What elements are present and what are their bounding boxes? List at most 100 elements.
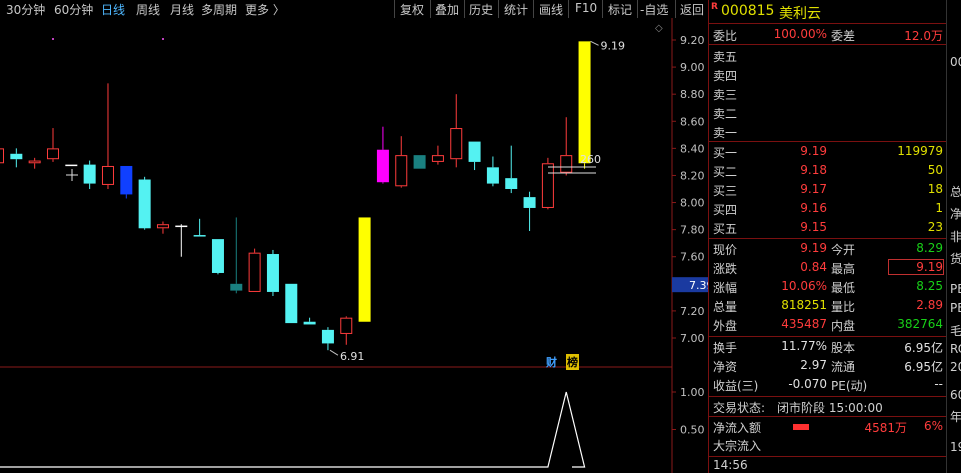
quote-label: 最低 [831,281,856,295]
candle-body [468,141,481,162]
chart-grid [0,18,673,473]
quote-value: 2.89 [916,298,943,312]
adjacent-panel-edge: 00 总净非货 PE PE 毛 RC 20 60 年 19 [946,0,961,473]
sell-level-label: 卖四 [713,69,738,83]
indicator-line [0,391,586,468]
edge-clipped-text: 20 [950,360,961,374]
buy-level-volume: 18 [927,182,943,196]
period-daily[interactable]: 日线 [101,1,125,18]
low-label: 6.91 [340,350,365,363]
current-price-label: 7.39 [689,279,708,292]
quote-label: 今开 [831,243,856,257]
candle-body [193,235,206,237]
indicator-tick-label: 0.50 [680,424,705,437]
statistics-button[interactable]: 统计 [504,1,528,18]
price-tick-label: 8.20 [680,169,705,182]
candle-body [413,155,426,169]
overlay-button[interactable]: 叠加 [435,1,459,18]
indicator-tick-label: 1.00 [680,386,705,399]
chart-toolbar: 30分钟 60分钟 日线 周线 月线 多周期 更多 〉 复权 叠加 历史 统计 … [0,0,708,18]
period-multi[interactable]: 多周期 [201,1,237,18]
candle-body [560,155,573,173]
price-tick-label: 7.00 [680,332,705,345]
quote-label: 最高 [831,262,856,276]
candle-body [28,160,41,164]
candle-body [211,239,224,273]
period-more[interactable]: 更多 〉 [245,1,285,18]
order-ratio-label: 委比 [713,29,738,43]
quote-label: 内盘 [831,319,856,333]
quote-value: 8.25 [916,279,943,293]
buy-level-volume: 23 [927,220,943,234]
sell-level-label: 卖二 [713,107,738,121]
candle-body [578,41,591,164]
finance-badge[interactable]: 财 [546,354,557,370]
back-button[interactable]: 返回 [680,1,704,18]
price-tick-label: 9.00 [680,61,705,74]
mark-button[interactable]: 标记 [608,1,632,18]
price-tick-label: 8.00 [680,197,705,210]
buy-level-label: 买五 [713,222,738,236]
buy-level-price: 9.15 [800,220,827,234]
period-monthly[interactable]: 月线 [170,1,194,18]
price-axis: 9.209.008.808.608.408.208.007.807.607.40… [672,34,708,437]
fund-label: 股本 [831,341,856,355]
candle-body [303,321,316,325]
candle-body [541,163,554,208]
draw-line-button[interactable]: 画线 [539,1,563,18]
time-readout: 14:56 [713,458,748,472]
restore-rights-button[interactable]: 复权 [400,1,424,18]
stock-code: 000815 [721,3,775,19]
candle-body [321,329,334,344]
candle-body [10,153,23,160]
price-tick-label: 7.20 [680,305,705,318]
history-button[interactable]: 历史 [469,1,493,18]
f10-button[interactable]: F10 [575,1,597,15]
candle-body [83,164,96,184]
edge-clipped-text: 00 [950,55,961,69]
sell-level-label: 卖三 [713,88,738,102]
net-inflow-label: 净流入额 [713,421,762,435]
remove-watchlist-button[interactable]: -自选 [640,1,668,18]
signal-dot [162,38,164,40]
price-tick-label: 7.60 [680,251,705,264]
quote-value: 818251 [781,298,827,312]
fund-label: 收益(三) [713,379,759,393]
candle-body [358,217,371,322]
candle-body [431,155,444,162]
edge-clipped-text: 非 [950,230,961,244]
period-weekly[interactable]: 周线 [136,1,160,18]
candle-body [138,179,151,229]
quote-value: 9.19 [888,259,944,275]
period-60min[interactable]: 60分钟 [54,1,93,18]
high-pointer [590,40,599,46]
candle-body [248,252,261,292]
candle-body [340,317,353,334]
net-inflow-bar [793,424,809,430]
fund-value: 6.95亿 [904,360,943,374]
ranking-badge[interactable]: 榜 [566,354,579,370]
quote-value: 435487 [781,317,827,331]
edge-clipped-text: PE [950,301,961,315]
sell-level-label: 卖一 [713,126,738,140]
candle-body [230,283,243,291]
expand-icon[interactable]: ◇ [655,23,663,34]
kline-chart[interactable]: 9.209.008.808.608.408.208.007.807.607.40… [0,18,708,473]
edge-clipped-text: 年 [950,410,961,424]
fund-label: 换手 [713,341,738,355]
price-tick-label: 8.80 [680,88,705,101]
trade-status-label: 交易状态: [713,401,766,415]
edge-clipped-text: 60 [950,388,961,402]
candle-body [120,165,133,195]
fund-value: -- [934,377,943,391]
period-30min[interactable]: 30分钟 [6,1,45,18]
stock-name: 美利云 [779,6,821,22]
signal-dot [52,38,54,40]
high-label: 9.19 [601,39,626,52]
low-pointer [329,349,339,356]
indicator-series [0,391,586,468]
quote-panel: R 000815 美利云 委比 100.00% 委差 12.0万 卖五 卖四 卖三卖… [708,0,947,473]
candle-body [450,128,463,160]
candle-body [156,224,169,229]
quote-value: 10.06% [781,279,827,293]
